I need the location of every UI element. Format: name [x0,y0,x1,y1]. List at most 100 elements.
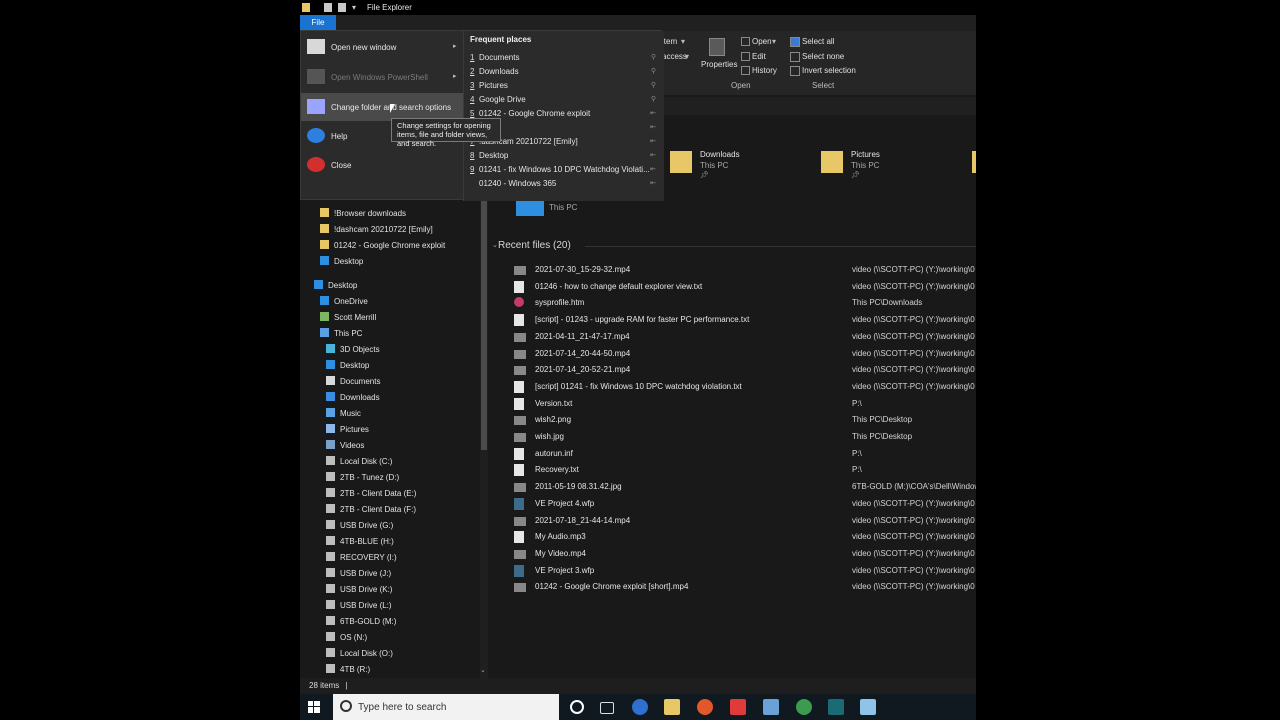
taskbar-search[interactable]: Type here to search [333,694,559,720]
frequent-place-item[interactable]: 01240 - Windows 365 ⇤ [470,177,660,191]
nav-item[interactable]: Pictures [326,422,369,438]
pin-icon[interactable]: ⚲ [651,51,656,65]
pin-icon[interactable]: ⚲ [651,93,656,107]
task-view-icon[interactable] [600,702,614,714]
pin-icon[interactable]: ⇤ [650,163,656,177]
nav-item[interactable]: 2TB - Client Data (E:) [326,486,416,502]
customize-quick-access-icon[interactable]: ▾ [352,3,356,12]
frequent-place-item[interactable]: 4 Google Drive ⚲ [470,93,660,107]
recent-file-row[interactable]: Recovery.txt P:\ [512,462,976,478]
app-s-icon[interactable] [730,699,746,715]
pin-icon[interactable]: ⇤ [650,107,656,121]
recent-file-row[interactable]: 2021-07-30_15-29-32.mp4 video (\\SCOTT-PC… [512,262,976,278]
recent-file-row[interactable]: [script] 01241 - fix Windows 10 DPC watc… [512,379,976,395]
app-icon[interactable] [860,699,876,715]
nav-item[interactable]: Desktop [314,278,357,294]
pin-icon[interactable]: ⇤ [650,135,656,149]
nav-item[interactable]: 2TB - Tunez (D:) [326,470,399,486]
invert-selection-button[interactable]: Invert selection [802,66,856,75]
network-app-icon[interactable] [763,699,779,715]
pictures-folder-icon[interactable] [821,151,843,173]
firefox-icon[interactable] [697,699,713,715]
recent-file-row[interactable]: 2021-07-14_20-44-50.mp4 video (\\SCOTT-PC… [512,346,976,362]
menu-item-change-folder-options[interactable]: Change folder and search options [301,93,463,121]
nav-item[interactable]: Desktop [326,358,369,374]
frequent-place-item[interactable]: 3 Pictures ⚲ [470,79,660,93]
folder-icon[interactable] [972,151,976,173]
recent-file-row[interactable]: VE Project 3.wfp video (\\SCOTT-PC) (Y:)\… [512,563,976,579]
frequent-place-item[interactable]: 9 01241 - fix Windows 10 DPC Watchdog Vio… [470,163,660,177]
tab-file[interactable]: File [300,15,336,31]
media-app-icon[interactable] [828,699,844,715]
select-all-button[interactable]: Select all [802,37,834,46]
collapse-icon[interactable]: ⌄ [492,241,498,249]
pin-icon[interactable]: ⇤ [650,177,656,191]
nav-item[interactable]: Scott Merrill [320,310,376,326]
nav-item[interactable]: Local Disk (C:) [326,454,392,470]
nav-item[interactable]: Documents [326,374,380,390]
downloads-folder-icon[interactable] [670,151,692,173]
nav-item[interactable]: USB Drive (K:) [326,582,392,598]
nav-item[interactable]: 2TB - Client Data (F:) [326,502,416,518]
nav-item[interactable]: !Browser downloads [320,206,406,222]
scroll-down-icon[interactable]: ⌄ [480,666,486,674]
nav-item[interactable]: OneDrive [320,294,368,310]
recent-file-row[interactable]: autorun.inf P:\ [512,446,976,462]
nav-item[interactable]: Desktop [320,254,363,270]
desktop-folder-icon[interactable] [516,199,544,216]
frequent-place-item[interactable]: 1 Documents ⚲ [470,51,660,65]
new-folder-quick-icon[interactable] [338,3,346,12]
nav-item[interactable]: 6TB-GOLD (M:) [326,614,396,630]
nav-item[interactable]: 4TB-BLUE (H:) [326,534,394,550]
nav-scrollbar[interactable]: ⌄ [480,190,488,678]
edit-button[interactable]: Edit [752,52,766,61]
nav-item[interactable]: USB Drive (G:) [326,518,393,534]
tile-downloads-name[interactable]: Downloads [700,150,740,159]
file-explorer-taskbar-icon[interactable] [664,699,680,715]
nav-item[interactable]: Videos [326,438,364,454]
nav-item[interactable]: 3D Objects [326,342,380,358]
nav-item[interactable]: RECOVERY (I:) [326,550,397,566]
recent-file-row[interactable]: 01242 - Google Chrome exploit [short].mp… [512,579,976,595]
recent-file-row[interactable]: My Video.mp4 video (\\SCOTT-PC) (Y:)\work… [512,546,976,562]
nav-item[interactable]: 01242 - Google Chrome exploit [320,238,445,254]
nav-item[interactable]: OS (N:) [326,630,367,646]
recent-file-row[interactable]: 01246 - how to change default explorer v… [512,279,976,295]
open-button[interactable]: Open [752,37,772,46]
cortana-icon[interactable] [570,700,584,714]
recent-file-row[interactable]: 2021-07-14_20-52-21.mp4 video (\\SCOTT-PC… [512,362,976,378]
recent-file-row[interactable]: wish2.png This PC\Desktop [512,412,976,428]
new-item-button[interactable]: item [662,37,677,46]
chrome-icon[interactable] [796,699,812,715]
pin-icon[interactable]: ⚲ [651,65,656,79]
nav-item[interactable]: Local Disk (O:) [326,646,393,662]
nav-item[interactable]: 4TB (R:) [326,662,370,678]
frequent-place-item[interactable]: 2 Downloads ⚲ [470,65,660,79]
properties-button[interactable]: Properties [701,60,737,69]
recent-file-row[interactable]: Version.txt P:\ [512,396,976,412]
nav-item[interactable]: Music [326,406,361,422]
recent-file-row[interactable]: 2021-07-18_21-44-14.mp4 video (\\SCOTT-PC… [512,513,976,529]
nav-item[interactable]: Downloads [326,390,380,406]
nav-item[interactable]: !dashcam 20210722 [Emily] [320,222,433,238]
recent-file-row[interactable]: 2021-04-11_21-47-17.mp4 video (\\SCOTT-PC… [512,329,976,345]
pin-icon[interactable]: ⇤ [650,149,656,163]
nav-item[interactable]: USB Drive (L:) [326,598,392,614]
recent-file-row[interactable]: wish.jpg This PC\Desktop [512,429,976,445]
scrollbar-thumb[interactable] [481,190,487,450]
menu-item-open-new-window[interactable]: Open new window ▸ [301,33,463,61]
recent-file-row[interactable]: sysprofile.htm This PC\Downloads [512,295,976,311]
properties-quick-icon[interactable] [324,3,332,12]
frequent-place-item[interactable]: 8 Desktop ⇤ [470,149,660,163]
menu-item-close[interactable]: Close [301,151,463,179]
pin-icon[interactable]: ⚲ [651,79,656,93]
easy-access-button[interactable]: access [662,52,687,61]
recent-file-row[interactable]: VE Project 4.wfp video (\\SCOTT-PC) (Y:)\… [512,496,976,512]
recent-file-row[interactable]: My Audio.mp3 video (\\SCOTT-PC) (Y:)\work… [512,529,976,545]
recent-files-heading[interactable]: Recent files (20) [498,240,571,251]
tile-pictures-name[interactable]: Pictures [851,150,880,159]
teams-icon[interactable] [632,699,648,715]
select-none-button[interactable]: Select none [802,52,844,61]
start-button[interactable] [308,701,320,713]
recent-file-row[interactable]: [script] - 01243 - upgrade RAM for faste… [512,312,976,328]
